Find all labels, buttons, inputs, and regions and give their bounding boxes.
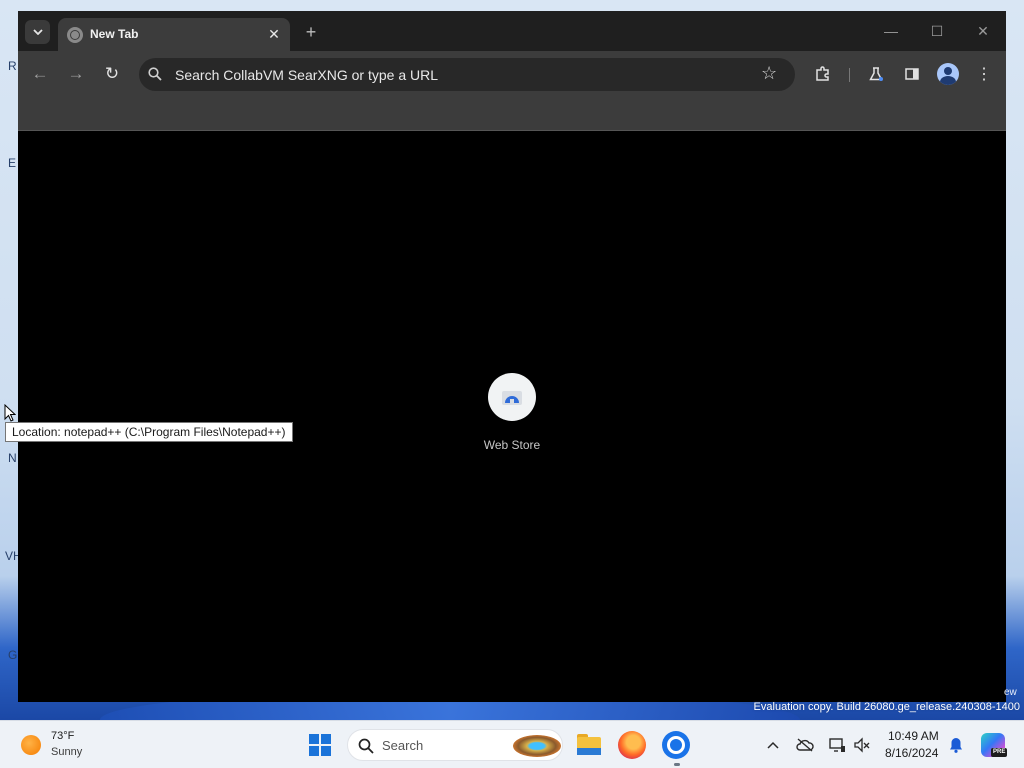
web-store-icon [488, 373, 536, 421]
shortcut-label: Web Store [483, 438, 541, 452]
firefox-icon[interactable] [618, 731, 646, 759]
forward-button[interactable]: → [64, 62, 88, 86]
back-button[interactable]: ← [28, 62, 52, 86]
notification-bell-icon[interactable] [946, 735, 966, 755]
address-bar[interactable]: Search CollabVM SearXNG or type a URL ☆ [139, 58, 795, 91]
browser-window: New Tab ✕ + — ☐ ✕ ← → ↻ Search CollabVM … [18, 11, 1006, 702]
clock-time[interactable]: 10:49 AM [888, 729, 939, 743]
windows-start-icon[interactable] [309, 734, 331, 756]
evaluation-watermark: Evaluation copy. Build 26080.ge_release.… [753, 701, 1020, 713]
new-tab-button[interactable]: + [300, 21, 322, 43]
search-icon [358, 738, 374, 754]
labs-flask-icon[interactable] [865, 63, 887, 85]
desktop-icon-label[interactable]: G [8, 648, 17, 662]
reload-button[interactable]: ↻ [100, 62, 124, 86]
search-icon [148, 67, 162, 81]
bookmark-star-icon[interactable]: ☆ [761, 63, 777, 84]
desktop-icon-label[interactable]: N [8, 451, 17, 465]
onedrive-offline-icon[interactable] [795, 735, 815, 755]
new-tab-page: Web Store [18, 132, 1006, 702]
network-icon[interactable] [827, 735, 847, 755]
maximize-button[interactable]: ☐ [922, 19, 952, 43]
file-explorer-icon[interactable] [575, 731, 603, 759]
shortcut-web-store[interactable]: Web Store [473, 372, 551, 458]
tab-search-button[interactable] [25, 20, 50, 44]
profile-avatar-icon[interactable] [937, 63, 959, 85]
desktop-icon-label[interactable]: E [8, 156, 16, 170]
chrome-icon[interactable] [662, 731, 690, 759]
sun-icon[interactable] [21, 735, 41, 755]
weather-condition[interactable]: Sunny [51, 746, 82, 758]
close-window-button[interactable]: ✕ [968, 19, 998, 43]
toolbar-separator [849, 68, 850, 82]
tab-new-tab[interactable]: New Tab ✕ [58, 18, 290, 51]
speaker-muted-icon[interactable] [852, 735, 872, 755]
weather-temperature[interactable]: 73°F [51, 730, 74, 742]
globe-icon [67, 27, 83, 43]
preview-badge: PRE [991, 748, 1008, 757]
browser-titlebar: New Tab ✕ + — ☐ ✕ [18, 11, 1006, 51]
address-bar-placeholder: Search CollabVM SearXNG or type a URL [175, 67, 438, 83]
side-panel-icon[interactable] [901, 63, 923, 85]
more-menu-icon[interactable]: ⋮ [973, 63, 995, 85]
browser-toolbar: ← → ↻ Search CollabVM SearXNG or type a … [18, 51, 1006, 97]
extensions-icon[interactable] [812, 63, 834, 85]
eval-ghost-text: ew [1004, 687, 1017, 698]
chevron-up-icon[interactable] [763, 735, 783, 755]
tab-title: New Tab [90, 27, 139, 41]
taskbar-search-label: Search [382, 738, 424, 753]
taskbar: 73°F Sunny Search 10:49 AM 8/16/2024 PRE [0, 720, 1024, 768]
minimize-button[interactable]: — [876, 19, 906, 43]
tooltip: Location: notepad++ (C:\Program Files\No… [5, 422, 293, 442]
clock-date[interactable]: 8/16/2024 [885, 746, 938, 760]
close-tab-icon[interactable]: ✕ [264, 24, 284, 44]
search-highlight-image [513, 735, 561, 757]
running-indicator [674, 763, 680, 766]
mouse-pointer-icon [4, 404, 16, 422]
taskbar-search-box[interactable]: Search [347, 729, 563, 761]
bookmarks-bar [18, 97, 1006, 131]
chevron-down-icon [32, 29, 43, 35]
desktop-icon-label[interactable]: R [8, 59, 17, 73]
